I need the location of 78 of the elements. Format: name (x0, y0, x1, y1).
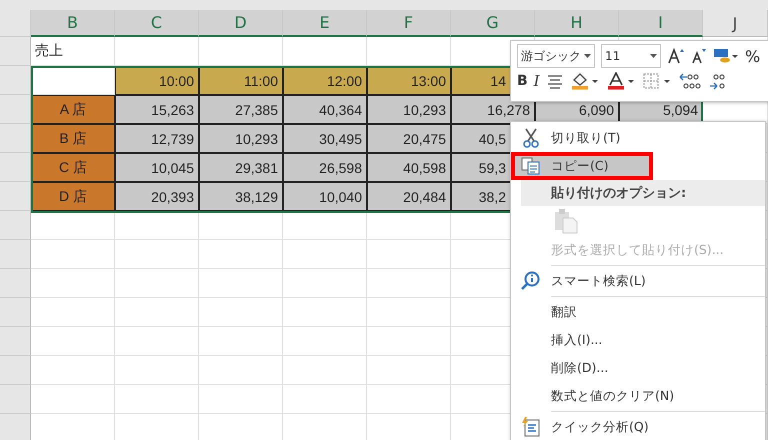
caret-icon (650, 54, 657, 58)
menu-item[interactable]: スマート検索(L) (511, 267, 765, 295)
format-icon[interactable] (713, 47, 739, 65)
table-cell: 38,129 (199, 182, 283, 211)
table-cell: 20,393 (115, 182, 199, 211)
copy-icon (521, 157, 541, 175)
menu-item[interactable]: コピー(C) (511, 152, 653, 180)
row-header[interactable] (0, 298, 31, 327)
menu-item[interactable]: クイック分析(Q) (511, 413, 765, 440)
select-all-corner[interactable] (0, 10, 31, 37)
column-header[interactable]: G (451, 10, 535, 37)
paste-icon[interactable] (553, 208, 579, 234)
table-cell: 10,045 (115, 153, 199, 182)
font-color-icon[interactable] (606, 72, 636, 90)
decimal-icon[interactable] (678, 72, 702, 90)
table-cell: 10,293 (367, 95, 451, 124)
row-header[interactable] (0, 153, 31, 182)
table-cell: 10,040 (283, 182, 367, 211)
table-cell: 16,278 (451, 95, 535, 124)
table-cell: B 店 (31, 124, 115, 153)
scissors-icon (522, 128, 540, 148)
fill-color-icon[interactable] (570, 72, 600, 90)
table-cell: 30,495 (283, 124, 367, 153)
table-cell: 11:00 (199, 66, 283, 95)
row-header[interactable] (0, 182, 31, 211)
table-cell: 10,293 (199, 124, 283, 153)
menu-item[interactable]: 削除(D)... (511, 354, 765, 382)
table-cell: 29,381 (199, 153, 283, 182)
font-dropdown[interactable]: 游ゴシック (517, 44, 595, 68)
row-header[interactable] (0, 211, 31, 240)
borders-icon[interactable] (642, 72, 672, 90)
column-header[interactable]: C (115, 10, 199, 37)
table-cell: 27,385 (199, 95, 283, 124)
align-center-icon[interactable] (546, 73, 564, 89)
decrease-font-icon[interactable] (691, 47, 707, 65)
table-cell: A 店 (31, 95, 115, 124)
table-cell: 40,598 (367, 153, 451, 182)
column-header[interactable]: E (283, 10, 367, 37)
column-header[interactable]: B (31, 10, 115, 37)
menu-section-header: 貼り付けのオプション: (521, 180, 765, 206)
increase-font-icon[interactable] (667, 47, 685, 65)
row-header[interactable] (0, 95, 31, 124)
menu-item[interactable]: 数式と値のクリア(N) (511, 382, 765, 410)
column-header[interactable]: F (367, 10, 451, 37)
quick-analysis-icon (521, 417, 541, 437)
column-header[interactable]: I (619, 10, 703, 37)
search-icon (521, 271, 541, 291)
row-header[interactable] (0, 414, 31, 440)
table-cell: 26,598 (283, 153, 367, 182)
row-header[interactable] (0, 269, 31, 298)
row-header[interactable] (0, 124, 31, 153)
column-header[interactable]: D (199, 10, 283, 37)
bold-button[interactable]: B (517, 73, 528, 89)
table-cell: 売上 (31, 37, 115, 66)
row-header[interactable] (0, 66, 31, 95)
row-header[interactable] (0, 240, 31, 269)
table-cell: 15,263 (115, 95, 199, 124)
table-cell: 20,484 (367, 182, 451, 211)
menu-item[interactable]: 翻訳 (511, 298, 765, 326)
caret-icon (584, 54, 591, 58)
table-cell: 10:00 (115, 66, 199, 95)
font-size-dropdown[interactable]: 11 (601, 44, 661, 68)
column-header[interactable]: J (703, 10, 768, 37)
table-cell: 40,364 (283, 95, 367, 124)
table-cell: 12:00 (283, 66, 367, 95)
row-header[interactable] (0, 356, 31, 385)
menu-item[interactable]: 挿入(I)... (511, 326, 765, 354)
table-cell: 13:00 (367, 66, 451, 95)
table-cell: 12,739 (115, 124, 199, 153)
table-cell: C 店 (31, 153, 115, 182)
row-header[interactable] (0, 327, 31, 356)
column-header[interactable]: H (535, 10, 619, 37)
row-header[interactable] (0, 385, 31, 414)
table-cell: D 店 (31, 182, 115, 211)
table-cell: 20,475 (367, 124, 451, 153)
row-header[interactable] (0, 37, 31, 66)
italic-button[interactable]: I (534, 72, 540, 90)
percent-button[interactable]: % (745, 46, 760, 66)
